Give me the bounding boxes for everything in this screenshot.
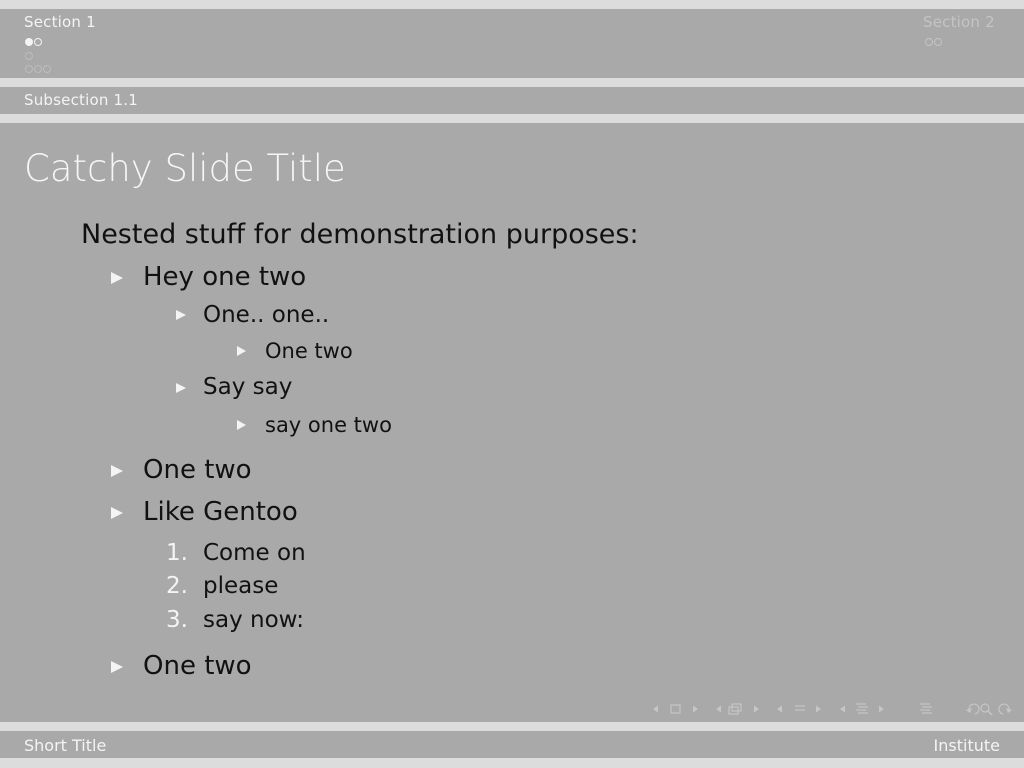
footer-short-title: Short Title [24, 736, 107, 755]
section-2-frame-dots[interactable] [925, 38, 942, 46]
bullet-triangle-icon [111, 272, 123, 284]
bullet-triangle-icon [111, 507, 123, 519]
back-icon[interactable] [966, 703, 980, 715]
section-nav-icon[interactable] [777, 705, 821, 713]
bullet-triangle-icon [176, 383, 186, 393]
footer-institute: Institute [933, 736, 1000, 755]
list-item: Like Gentoo [143, 497, 298, 527]
enum-number: 2. [166, 573, 188, 599]
intro-text: Nested stuff for demonstration purposes: [81, 219, 639, 250]
list-item: Hey one two [143, 262, 307, 292]
bullet-triangle-icon [237, 346, 246, 356]
frame-nav-icon[interactable] [653, 704, 698, 714]
frame-dot[interactable] [34, 65, 42, 73]
list-item: Say say [203, 374, 293, 400]
bullet-triangle-icon [111, 465, 123, 477]
section-1-subsection-dots[interactable] [25, 52, 33, 60]
subsection-nav-icon[interactable] [716, 703, 759, 715]
frame-dot[interactable] [25, 52, 33, 60]
frame-dot[interactable] [925, 38, 933, 46]
list-item: say one two [265, 413, 392, 437]
list-item: One.. one.. [203, 302, 330, 328]
header-divider [0, 78, 1024, 87]
document-nav-icon[interactable] [840, 703, 884, 714]
enum-number: 1. [166, 540, 188, 566]
list-item: One two [143, 651, 252, 681]
section-2-link[interactable]: Section 2 [923, 13, 995, 31]
top-band [0, 0, 1024, 9]
navigation-symbols [653, 703, 1012, 716]
frame-dot-current[interactable] [25, 38, 33, 46]
bottom-band [0, 758, 1024, 768]
frame-dot[interactable] [43, 65, 51, 73]
subsection-divider [0, 114, 1024, 123]
section-1-link[interactable]: Section 1 [24, 13, 96, 31]
list-item: One two [143, 455, 252, 485]
slide-title: Catchy Slide Title [24, 147, 346, 190]
section-1-frame-dots[interactable] [25, 38, 42, 46]
list-item: Come on [203, 540, 306, 566]
search-icon[interactable] [980, 703, 993, 716]
frame-dot[interactable] [34, 38, 42, 46]
bullet-triangle-icon [237, 420, 246, 430]
bullet-triangle-icon [176, 310, 186, 320]
subsection-link[interactable]: Subsection 1.1 [24, 91, 138, 109]
appendix-nav-icon[interactable] [920, 703, 932, 714]
list-item: please [203, 573, 279, 599]
bullet-triangle-icon [111, 661, 123, 673]
frame-dot[interactable] [934, 38, 942, 46]
enum-number: 3. [166, 607, 188, 633]
frame-dot[interactable] [25, 65, 33, 73]
forward-icon[interactable] [998, 703, 1012, 715]
list-item: say now: [203, 607, 304, 633]
footer-divider [0, 722, 1024, 731]
list-item: One two [265, 339, 353, 363]
section-1-more-dots[interactable] [25, 65, 51, 73]
